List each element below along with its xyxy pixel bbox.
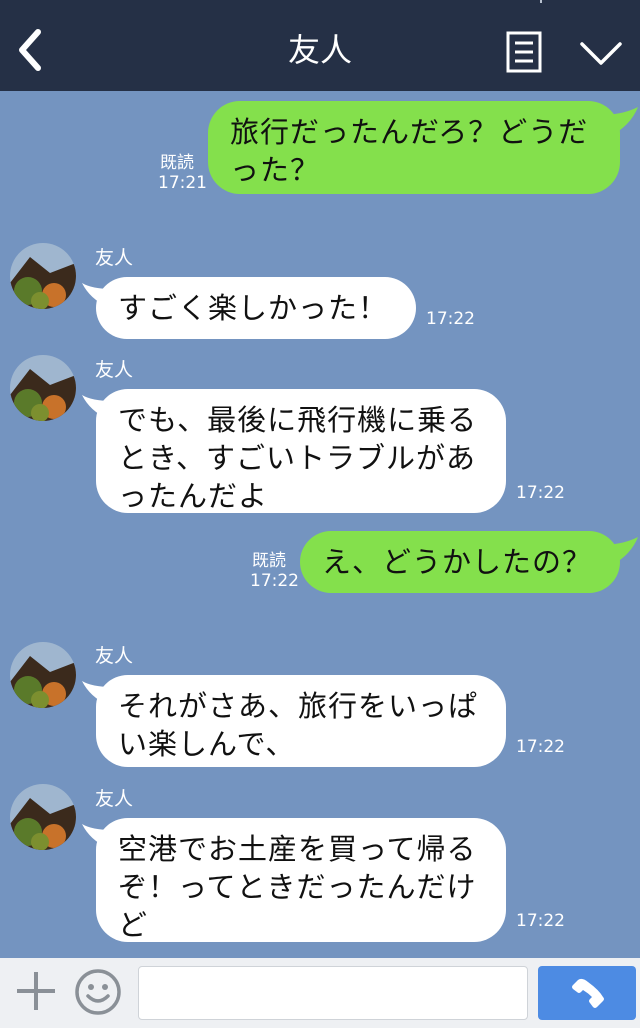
message-time: 17:22	[516, 911, 565, 931]
incoming-message-bubble[interactable]: すごく楽しかった！	[96, 277, 416, 339]
message-time: 17:22	[516, 483, 565, 503]
document-list-icon	[506, 31, 542, 73]
outgoing-message-bubble[interactable]: 旅行だったんだろ？どうだ った？	[208, 101, 620, 194]
read-receipt: 既読	[252, 551, 286, 571]
message-text: 空港でお土産を買って帰る ぞ！ってときだったんだけ ど	[118, 832, 477, 942]
avatar[interactable]	[10, 784, 76, 850]
read-receipt: 既読	[160, 153, 194, 173]
message-text: それがさあ、旅行をいっぱ い楽しんで、	[118, 689, 479, 761]
message-text: すごく楽しかった！	[118, 291, 389, 325]
avatar-image	[10, 243, 76, 309]
message-time: 17:22	[516, 737, 565, 757]
avatar-image	[10, 784, 76, 850]
status-mark	[540, 0, 542, 3]
avatar[interactable]	[10, 243, 76, 309]
avatar[interactable]	[10, 642, 76, 708]
message-list[interactable]: 既読 17:21 旅行だったんだろ？どうだ った？ 友人 すごく楽しかった！ 1…	[0, 91, 640, 958]
chevron-down-icon	[580, 42, 622, 65]
call-button[interactable]	[538, 966, 636, 1020]
chevron-left-icon	[19, 29, 41, 71]
back-button[interactable]	[14, 28, 48, 72]
sender-name: 友人	[95, 645, 134, 667]
attach-button[interactable]	[14, 969, 58, 1013]
plus-icon	[17, 972, 55, 1010]
avatar-image	[10, 642, 76, 708]
message-composer	[0, 958, 640, 1028]
smiley-icon	[75, 969, 121, 1015]
emoji-button[interactable]	[74, 968, 122, 1016]
notes-menu-button[interactable]	[506, 31, 542, 73]
sender-name: 友人	[95, 788, 134, 810]
avatar[interactable]	[10, 355, 76, 421]
message-text: 旅行だったんだろ？どうだ った？	[230, 115, 589, 187]
incoming-message-bubble[interactable]: でも、最後に飛行機に乗る とき、すごいトラブルがあ ったんだよ	[96, 389, 506, 513]
chat-header: 友人	[0, 0, 640, 91]
chat-title: 友人	[287, 31, 352, 69]
message-time: 17:21	[158, 173, 207, 193]
sender-name: 友人	[95, 247, 134, 269]
incoming-message-bubble[interactable]: 空港でお土産を買って帰る ぞ！ってときだったんだけ ど	[96, 818, 506, 942]
sender-name: 友人	[95, 359, 134, 381]
collapse-button[interactable]	[578, 36, 624, 72]
message-time: 17:22	[250, 571, 299, 591]
outgoing-message-bubble[interactable]: え、どうかしたの？	[300, 531, 620, 593]
message-text: え、どうかしたの？	[322, 545, 593, 579]
message-time: 17:22	[426, 309, 475, 329]
avatar-image	[10, 355, 76, 421]
message-input[interactable]	[138, 966, 528, 1020]
phone-icon	[572, 978, 604, 1008]
incoming-message-bubble[interactable]: それがさあ、旅行をいっぱ い楽しんで、	[96, 675, 506, 767]
message-text: でも、最後に飛行機に乗る とき、すごいトラブルがあ ったんだよ	[118, 403, 478, 513]
